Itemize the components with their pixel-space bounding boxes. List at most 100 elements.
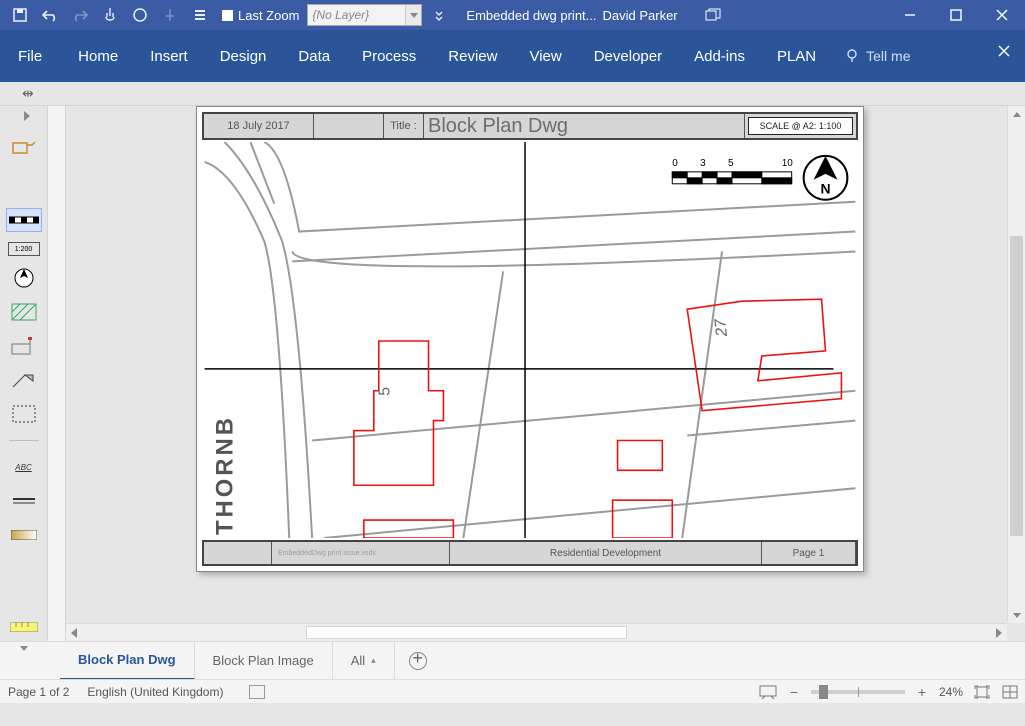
tab-home[interactable]: Home	[62, 30, 134, 82]
stencil-scale-text[interactable]: 1:200	[8, 242, 40, 256]
stencil-pin-icon[interactable]	[6, 134, 42, 158]
minimize-button[interactable]	[887, 0, 933, 30]
tell-me-search[interactable]: Tell me	[844, 48, 910, 64]
tab-file[interactable]: File	[10, 30, 62, 82]
scroll-down-icon[interactable]	[1008, 607, 1025, 623]
layer-value: {No Layer}	[312, 8, 369, 22]
presentation-mode-icon[interactable]	[759, 685, 777, 699]
titleblock-title-label: Title :	[384, 114, 424, 138]
street-label: THORNB	[212, 415, 239, 535]
stencil-separator	[9, 440, 39, 441]
zoom-in-button[interactable]: +	[915, 684, 929, 700]
stencil-gradient[interactable]	[6, 523, 42, 547]
user-name: David Parker	[603, 8, 678, 23]
touch-mode-icon[interactable]	[96, 2, 124, 28]
titleblock-bottom: EmbeddedDwg print issue.vsdx Residential…	[202, 540, 858, 566]
tab-plan[interactable]: PLAN	[761, 30, 832, 82]
save-icon[interactable]	[6, 2, 34, 28]
scroll-right-icon[interactable]	[991, 624, 1007, 641]
last-zoom-toggle[interactable]: Last Zoom	[222, 8, 299, 23]
close-button[interactable]	[979, 0, 1025, 30]
zoom-value[interactable]: 24%	[939, 685, 963, 699]
status-page[interactable]: Page 1 of 2	[8, 685, 69, 699]
tb-bottom-1	[204, 542, 272, 564]
drawing-canvas[interactable]: 18 July 2017 Title : Block Plan Dwg SCAL…	[66, 106, 1025, 641]
window-controls	[887, 0, 1025, 30]
close-tab-icon[interactable]	[997, 44, 1011, 63]
work-area: 1:200 ABC	[0, 106, 1025, 641]
qat-more-icon[interactable]	[430, 2, 448, 28]
tab-insert[interactable]: Insert	[134, 30, 204, 82]
stencil-dimension[interactable]	[6, 368, 42, 392]
tab-review[interactable]: Review	[432, 30, 513, 82]
scalebar-10: 10	[782, 158, 794, 169]
last-zoom-label: Last Zoom	[238, 8, 299, 23]
titleblock-date: 18 July 2017	[204, 114, 314, 138]
horizontal-scrollbar[interactable]	[66, 623, 1007, 641]
drawing-page[interactable]: 18 July 2017 Title : Block Plan Dwg SCAL…	[196, 106, 864, 572]
ruler-vertical	[48, 106, 66, 641]
fullscreen-icon[interactable]	[1001, 685, 1019, 699]
stencil-abc-label[interactable]: ABC	[6, 455, 42, 479]
scroll-left-icon[interactable]	[66, 624, 82, 641]
tab-developer[interactable]: Developer	[578, 30, 678, 82]
tab-process[interactable]: Process	[346, 30, 432, 82]
zoom-out-button[interactable]: −	[787, 684, 801, 700]
stencil-tag[interactable]	[6, 334, 42, 358]
zoom-slider[interactable]	[811, 690, 905, 694]
scalebar-5: 5	[728, 158, 734, 169]
scroll-up-icon[interactable]	[1008, 106, 1025, 122]
stencil-hatch[interactable]	[6, 300, 42, 324]
ruler-horizontal: ⇹	[0, 82, 1025, 106]
fit-page-icon[interactable]	[973, 685, 991, 699]
page-tabs: Block Plan Dwg Block Plan Image All +	[0, 641, 1025, 679]
tab-data[interactable]: Data	[282, 30, 346, 82]
document-title: Embedded dwg print...	[466, 8, 596, 23]
layer-selector[interactable]: {No Layer}	[307, 4, 422, 26]
scroll-v-thumb[interactable]	[1010, 236, 1023, 536]
tab-addins[interactable]: Add-ins	[678, 30, 761, 82]
page-tab-block-plan-dwg[interactable]: Block Plan Dwg	[60, 642, 195, 680]
macro-record-icon[interactable]	[249, 685, 265, 699]
house-27-label: 27	[712, 317, 731, 339]
undo-icon[interactable]	[36, 2, 64, 28]
split-handle-icon[interactable]: ⇹	[22, 85, 34, 102]
svg-text:N: N	[821, 181, 831, 197]
scroll-h-thumb[interactable]	[306, 626, 627, 639]
titleblock-top: 18 July 2017 Title : Block Plan Dwg SCAL…	[202, 112, 858, 140]
dropdown-icon[interactable]	[405, 5, 421, 25]
titleblock-spacer	[314, 114, 384, 138]
stencil-north-arrow[interactable]	[6, 266, 42, 290]
collapse-shapes-icon[interactable]	[24, 108, 30, 126]
maximize-button[interactable]	[933, 0, 979, 30]
page-tab-block-plan-image[interactable]: Block Plan Image	[195, 642, 333, 680]
shapes-panel: 1:200 ABC	[0, 106, 48, 641]
stencil-scalebar[interactable]	[6, 208, 42, 232]
tb-project: Residential Development	[450, 542, 762, 564]
tab-design[interactable]: Design	[204, 30, 283, 82]
pin-icon	[156, 2, 184, 28]
status-language[interactable]: English (United Kingdom)	[87, 685, 223, 699]
vertical-scrollbar[interactable]	[1007, 106, 1025, 623]
status-bar: Page 1 of 2 English (United Kingdom) − +…	[0, 679, 1025, 703]
checkbox-icon	[222, 10, 233, 21]
circle-tool-icon[interactable]	[126, 2, 154, 28]
scalebar-3: 3	[700, 158, 706, 169]
stencil-selection[interactable]	[6, 402, 42, 426]
redo-icon	[66, 2, 94, 28]
quick-access-toolbar: Last Zoom {No Layer}	[0, 2, 448, 28]
title-bar: Last Zoom {No Layer} Embedded dwg print.…	[0, 0, 1025, 30]
page-tab-all[interactable]: All	[333, 642, 395, 680]
stack-icon[interactable]	[186, 2, 214, 28]
tb-page: Page 1	[762, 542, 856, 564]
stencil-line[interactable]	[6, 489, 42, 513]
scalebar-0: 0	[672, 158, 678, 169]
titleblock-title: Block Plan Dwg	[424, 114, 745, 138]
embedded-dwg: 0 3 5 10 N THORNB 5 27	[204, 142, 856, 538]
house-5-label: 5	[377, 387, 394, 396]
add-page-button[interactable]: +	[409, 652, 427, 670]
ribbon-tabs: File Home Insert Design Data Process Rev…	[0, 30, 1025, 82]
tab-view[interactable]: View	[513, 30, 577, 82]
window-mode-icon[interactable]	[698, 0, 728, 30]
stencil-ruler[interactable]	[10, 619, 38, 637]
